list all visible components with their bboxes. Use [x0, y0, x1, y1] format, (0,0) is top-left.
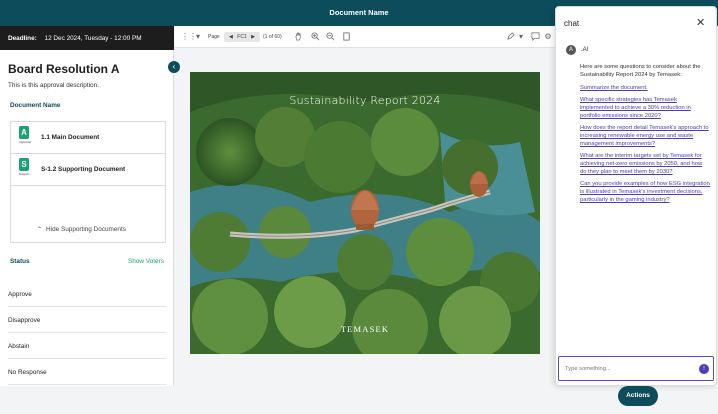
- report-title: Sustainability Report 2024: [289, 94, 441, 107]
- suggestion-link[interactable]: What are the interim targets set by Tema…: [580, 152, 710, 176]
- deadline-banner: Deadline: 12 Dec 2024, Tuesday - 12:00 P…: [0, 26, 174, 50]
- chat-panel: chat ✕ A .AI Here are some questions to …: [555, 6, 717, 386]
- close-icon[interactable]: ✕: [696, 16, 705, 29]
- status-option-approve[interactable]: Approve: [8, 281, 166, 307]
- suggestion-link[interactable]: What specific strategies has Temasek imp…: [580, 96, 710, 120]
- status-option-abstain[interactable]: Abstain: [8, 333, 166, 359]
- support-badge-icon: S Support: [19, 158, 30, 176]
- show-voters-link[interactable]: Show Voters: [128, 258, 164, 265]
- zoom-in-icon[interactable]: [310, 32, 320, 42]
- resolution-title: Board Resolution A: [8, 62, 120, 76]
- page-prev-icon[interactable]: ◀: [229, 34, 233, 40]
- page-next-icon[interactable]: ▶: [251, 34, 255, 40]
- deadline-label: Deadline:: [8, 35, 37, 42]
- comment-icon[interactable]: [530, 32, 540, 42]
- chevron-down-icon[interactable]: ▾: [193, 32, 203, 42]
- send-arrow-icon[interactable]: ↑: [699, 364, 709, 374]
- ai-avatar: A: [566, 45, 576, 55]
- document-name-heading: Document Name: [10, 102, 61, 109]
- approval-badge-icon: A Approval: [19, 126, 31, 144]
- status-option-no-response[interactable]: No Response: [8, 359, 166, 385]
- status-option-disapprove[interactable]: Disapprove: [8, 307, 166, 333]
- chat-intro-message: Here are some questions to consider abou…: [580, 64, 701, 78]
- thumbnails-icon[interactable]: ⋮⋮: [181, 32, 197, 42]
- deadline-value: 12 Dec 2024, Tuesday - 12:00 PM: [44, 35, 142, 42]
- chat-title: chat: [564, 19, 580, 28]
- chat-input-box: ↑: [558, 356, 714, 381]
- page-label: Page: [208, 34, 220, 40]
- aerial-photo-illustration: [190, 72, 540, 354]
- report-brand-logo: TEMASEK: [340, 324, 390, 334]
- page-input[interactable]: ◀ FC1 ▶: [224, 32, 260, 42]
- suggestion-link[interactable]: Can you provide examples of how ESG inte…: [580, 180, 710, 204]
- chevron-down-icon[interactable]: ▾: [516, 32, 526, 42]
- zoom-out-icon[interactable]: [325, 32, 335, 42]
- document-label: 1.1 Main Document: [41, 134, 100, 141]
- settings-icon[interactable]: ⚙: [543, 32, 553, 42]
- hide-supporting-documents-button[interactable]: ⌃ Hide Supporting Documents: [37, 226, 126, 233]
- annotate-pen-icon[interactable]: [505, 32, 515, 42]
- report-cover-page: Sustainability Report 2024 TEMASEK: [190, 72, 540, 354]
- suggested-questions: Summarize the document. What specific st…: [580, 84, 710, 208]
- collapse-panel-button[interactable]: ‹: [168, 61, 180, 73]
- viewer-toolbar: ⋮⋮ ▾ Page ◀ FC1 ▶ (1 of 60) ▾ ⚙: [175, 26, 555, 48]
- documents-list: A Approval 1.1 Main Document S Support S…: [10, 121, 166, 243]
- document-label: S-1.2 Supporting Document: [41, 166, 126, 173]
- document-item-main[interactable]: A Approval 1.1 Main Document: [11, 122, 165, 154]
- suggestion-link[interactable]: How does the report detail Temasek's app…: [580, 124, 710, 148]
- actions-button[interactable]: Actions: [618, 386, 658, 406]
- resolution-description: This is this approval description.: [8, 82, 99, 89]
- suggestion-link[interactable]: Summarize the document.: [580, 84, 710, 92]
- document-item-supporting[interactable]: S Support S-1.2 Supporting Document: [11, 154, 165, 186]
- resolution-panel: Deadline: 12 Dec 2024, Tuesday - 12:00 P…: [0, 26, 174, 386]
- document-viewer: Sustainability Report 2024 TEMASEK: [175, 48, 555, 382]
- status-heading: Status: [10, 258, 30, 265]
- page-count: (1 of 60): [263, 34, 282, 40]
- fit-page-icon[interactable]: [341, 32, 351, 42]
- chevron-up-icon: ⌃: [37, 227, 43, 233]
- chat-message-input[interactable]: [565, 363, 685, 375]
- pan-hand-icon[interactable]: [293, 32, 303, 42]
- chat-sender-name: .AI: [581, 47, 589, 53]
